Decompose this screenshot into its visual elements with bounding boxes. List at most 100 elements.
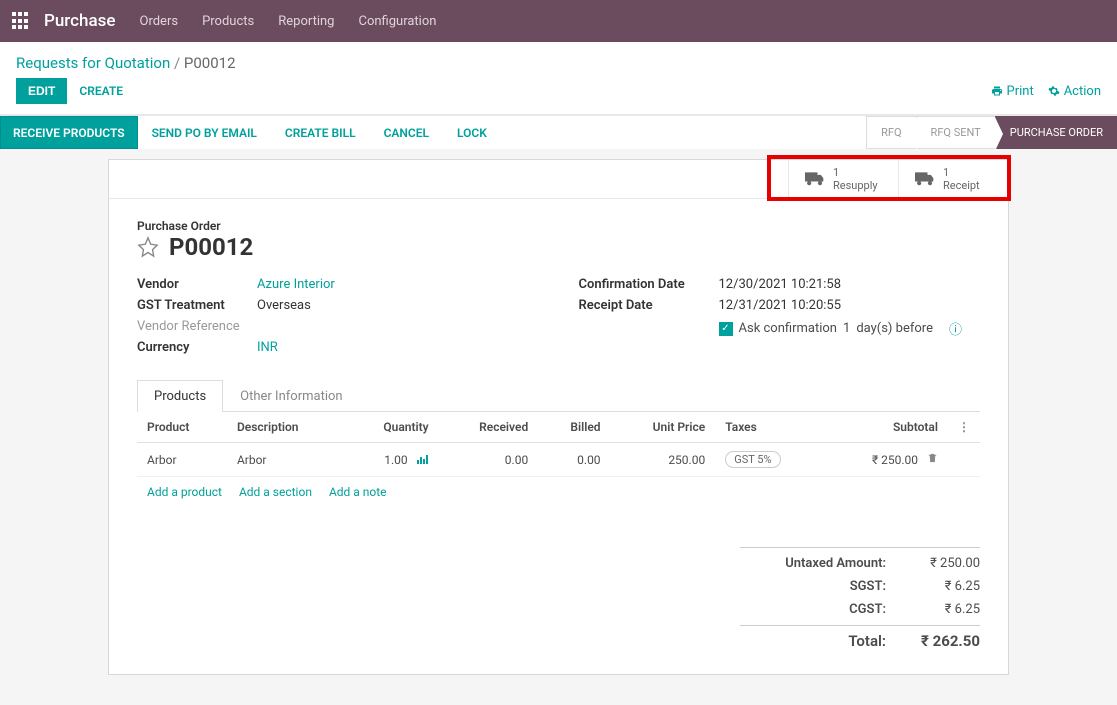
po-number: P00012 — [169, 233, 253, 261]
status-bar: RFQ RFQ SENT PURCHASE ORDER — [866, 116, 1117, 149]
totals: Untaxed Amount: ₹ 250.00 SGST: ₹ 6.25 CG… — [137, 547, 980, 654]
title-label: Purchase Order — [137, 219, 980, 233]
control-panel: Requests for Quotation / P00012 EDIT CRE… — [0, 42, 1117, 115]
currency-label: Currency — [137, 340, 257, 355]
ask-conf-unit: day(s) before — [856, 321, 933, 336]
cell-taxes: GST 5% — [715, 443, 824, 477]
receipt-count: 1 — [943, 166, 980, 179]
receipt-label: Receipt — [943, 179, 980, 192]
trash-icon[interactable] — [927, 453, 938, 467]
currency-value[interactable]: INR — [257, 340, 278, 355]
form-wrap: 1 Resupply 1 Receipt Purchase Order P000… — [0, 149, 1117, 705]
form-sheet: 1 Resupply 1 Receipt Purchase Order P000… — [108, 159, 1009, 675]
nav-products[interactable]: Products — [202, 14, 254, 29]
add-note-link[interactable]: Add a note — [329, 485, 387, 499]
cell-billed: 0.00 — [538, 443, 610, 477]
sgst-label: SGST: — [740, 579, 886, 594]
cell-received: 0.00 — [439, 443, 539, 477]
cancel-button[interactable]: CANCEL — [370, 116, 443, 149]
breadcrumb-root[interactable]: Requests for Quotation — [16, 54, 170, 72]
forecast-icon[interactable] — [417, 453, 429, 467]
ask-confirmation-row: ✓ Ask confirmation 1 day(s) before ⓘ — [719, 319, 963, 338]
vendor-ref-label: Vendor Reference — [137, 319, 257, 334]
col-product[interactable]: Product — [137, 412, 227, 443]
action-dropdown[interactable]: Action — [1048, 84, 1101, 99]
conf-date-value: 12/30/2021 10:21:58 — [719, 277, 842, 292]
total-label: Total: — [740, 632, 886, 650]
breadcrumb: Requests for Quotation / P00012 — [0, 42, 1117, 78]
send-po-button[interactable]: SEND PO BY EMAIL — [138, 116, 271, 149]
vendor-label: Vendor — [137, 277, 257, 292]
cell-description: Arbor — [227, 443, 345, 477]
button-bar: RECEIVE PRODUCTS SEND PO BY EMAIL CREATE… — [0, 115, 1117, 149]
stat-buttons: 1 Resupply 1 Receipt — [109, 160, 1008, 199]
col-description[interactable]: Description — [227, 412, 345, 443]
field-grid: Vendor Azure Interior GST Treatment Over… — [137, 277, 980, 361]
total-value: ₹ 262.50 — [910, 632, 980, 650]
vendor-value[interactable]: Azure Interior — [257, 277, 335, 292]
info-icon[interactable]: ⓘ — [949, 319, 962, 338]
print-button[interactable]: Print — [991, 84, 1034, 99]
title-row: P00012 — [137, 233, 980, 261]
truck-icon — [915, 172, 935, 186]
lock-button[interactable]: LOCK — [443, 116, 501, 149]
tab-other-info[interactable]: Other Information — [223, 380, 359, 412]
resupply-label: Resupply — [833, 179, 878, 192]
gear-icon — [1048, 85, 1060, 97]
tabs: Products Other Information — [137, 379, 980, 412]
col-unit-price[interactable]: Unit Price — [611, 412, 716, 443]
receipt-date-value: 12/31/2021 10:20:55 — [719, 298, 842, 313]
cell-quantity: 1.00 — [345, 443, 439, 477]
kebab-icon[interactable]: ⋮ — [958, 420, 970, 434]
create-button[interactable]: CREATE — [79, 84, 123, 98]
ask-conf-text: Ask confirmation — [739, 321, 838, 336]
breadcrumb-current: P00012 — [184, 54, 236, 72]
stat-receipt[interactable]: 1 Receipt — [898, 160, 1008, 198]
app-name[interactable]: Purchase — [44, 11, 116, 31]
edit-button[interactable]: EDIT — [16, 78, 67, 104]
col-billed[interactable]: Billed — [538, 412, 610, 443]
untaxed-label: Untaxed Amount: — [740, 556, 886, 571]
nav-orders[interactable]: Orders — [140, 14, 179, 29]
stat-resupply[interactable]: 1 Resupply — [788, 160, 898, 198]
add-product-link[interactable]: Add a product — [147, 485, 222, 499]
topbar: Purchase Orders Products Reporting Confi… — [0, 0, 1117, 42]
table-row[interactable]: Arbor Arbor 1.00 0.00 0.00 250.00 GST 5% — [137, 443, 980, 477]
gst-label: GST Treatment — [137, 298, 257, 313]
resupply-count: 1 — [833, 166, 878, 179]
checkbox-checked-icon[interactable]: ✓ — [719, 322, 733, 336]
col-taxes[interactable]: Taxes — [715, 412, 824, 443]
receipt-date-label: Receipt Date — [579, 298, 719, 313]
cell-product: Arbor — [137, 443, 227, 477]
gst-value: Overseas — [257, 298, 311, 313]
col-received[interactable]: Received — [439, 412, 539, 443]
untaxed-value: ₹ 250.00 — [910, 556, 980, 571]
order-lines-table: Product Description Quantity Received Bi… — [137, 412, 980, 477]
status-rfq-sent[interactable]: RFQ SENT — [916, 116, 995, 149]
nav-reporting[interactable]: Reporting — [278, 14, 334, 29]
status-rfq[interactable]: RFQ — [866, 116, 915, 149]
receive-products-button[interactable]: RECEIVE PRODUCTS — [0, 116, 138, 149]
cgst-label: CGST: — [740, 602, 886, 617]
conf-date-label: Confirmation Date — [579, 277, 719, 292]
col-subtotal[interactable]: Subtotal — [824, 412, 948, 443]
action-bar: EDIT CREATE Print Action — [0, 78, 1117, 114]
sgst-value: ₹ 6.25 — [910, 579, 980, 594]
truck-icon — [805, 172, 825, 186]
cell-unit-price: 250.00 — [611, 443, 716, 477]
ask-conf-days: 1 — [843, 321, 850, 336]
apps-icon[interactable] — [12, 12, 30, 30]
cell-subtotal: ₹ 250.00 — [824, 443, 948, 477]
star-icon[interactable] — [137, 236, 159, 258]
col-quantity[interactable]: Quantity — [345, 412, 439, 443]
cgst-value: ₹ 6.25 — [910, 602, 980, 617]
breadcrumb-sep: / — [174, 54, 184, 72]
tab-products[interactable]: Products — [137, 380, 223, 412]
create-bill-button[interactable]: CREATE BILL — [271, 116, 370, 149]
nav-configuration[interactable]: Configuration — [358, 14, 436, 29]
add-row-links: Add a product Add a section Add a note — [137, 477, 980, 507]
sheet-body: Purchase Order P00012 Vendor Azure Inter… — [109, 199, 1008, 674]
status-purchase-order[interactable]: PURCHASE ORDER — [995, 116, 1117, 149]
add-section-link[interactable]: Add a section — [239, 485, 312, 499]
print-icon — [991, 85, 1003, 97]
